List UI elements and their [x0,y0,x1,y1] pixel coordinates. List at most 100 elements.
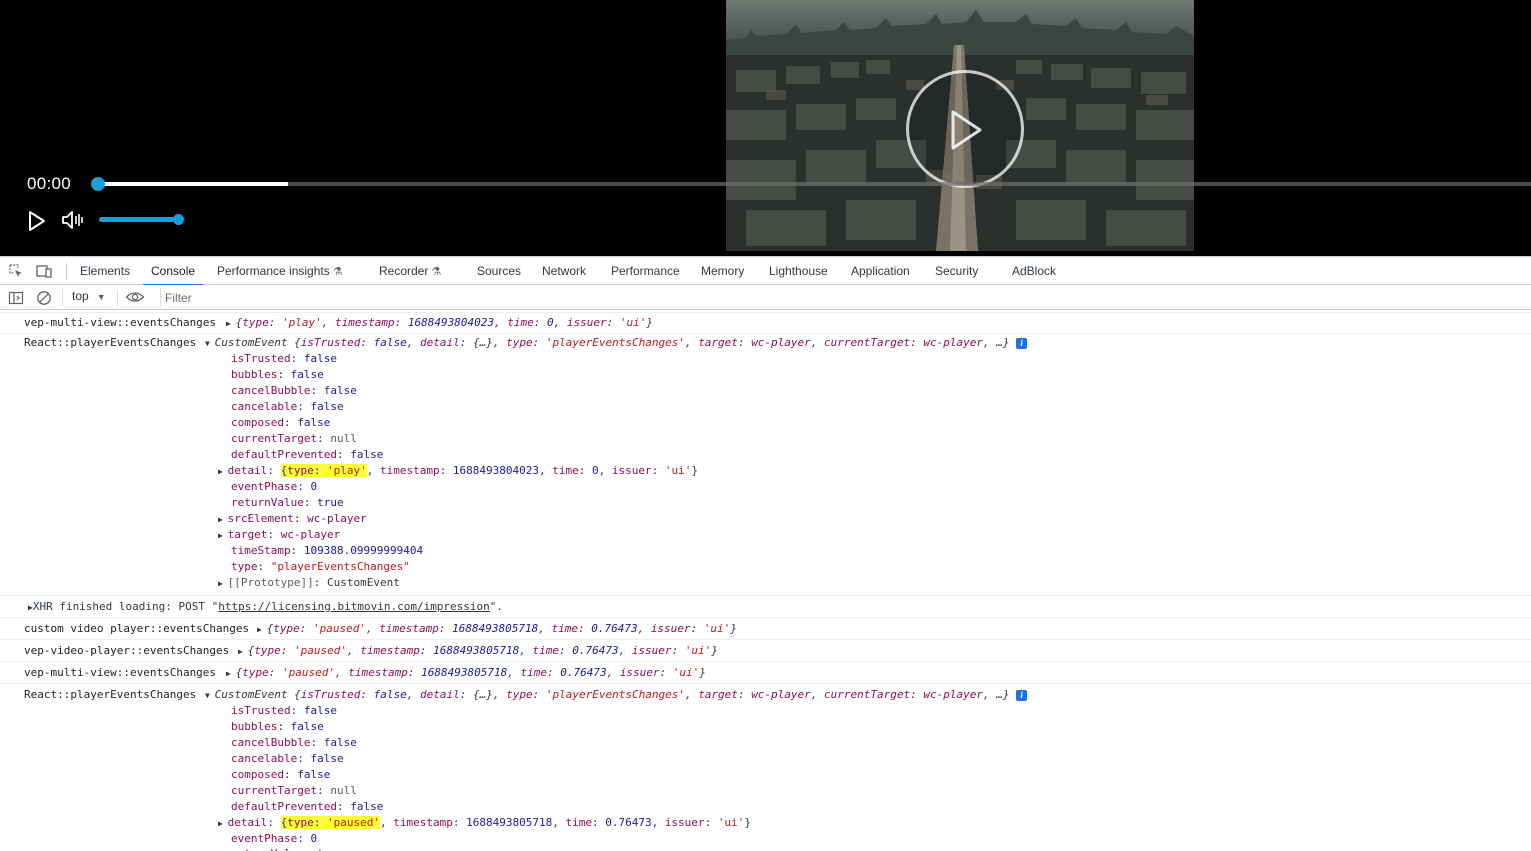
value: 'ui' [684,644,712,657]
tab-application[interactable]: Application [851,257,910,285]
experiment-flask-icon: ⚗ [431,266,442,278]
value: false [323,384,357,397]
progress-scrubber[interactable] [91,177,105,191]
value: {…} [472,336,493,349]
tab-console[interactable]: Console [142,257,204,286]
tab-label: Network [542,264,587,278]
console-message: React::playerEventsChanges ▼ CustomEvent… [0,683,1531,851]
collapse-arrow-icon[interactable]: ▼ [205,339,215,348]
sidebar-toggle-icon[interactable] [8,290,24,306]
tab-label: Recorder [379,264,429,278]
live-expression-eye-icon[interactable] [125,289,145,305]
console-message-xhr: ▶XHR finished loading: POST "https://lic… [0,595,1531,617]
prop-row: cancelable: false [231,752,344,765]
prop-row: type: "playerEventsChanges" [231,560,410,573]
value: null [330,784,357,797]
log-object[interactable]: ▶ {type: 'paused', timestamp: 1688493805… [257,621,737,637]
tab-memory[interactable]: Memory [701,257,744,285]
info-icon[interactable]: i [1016,338,1028,349]
play-icon [29,211,45,231]
log-object[interactable]: ▶ {type: 'paused', timestamp: 1688493805… [226,665,706,681]
tab-label: Lighthouse [769,264,828,278]
clear-console-icon[interactable] [36,290,52,306]
volume-slider-knob[interactable] [173,214,184,225]
devtools-panel: Elements Console Performance insights ⚗ R… [0,256,1531,851]
log-source: vep-multi-view::eventsChanges [24,666,217,679]
xhr-log[interactable]: ▶XHR finished loading: POST "https://lic… [28,599,503,615]
big-play-button[interactable] [906,70,1024,188]
console-output: vep-multi-view::eventsChanges ▶ {type: '… [0,312,1531,851]
expand-arrow-icon[interactable]: ▶ [218,531,228,540]
log-object[interactable]: ▶ {type: 'paused', timestamp: 1688493805… [238,643,718,659]
value: false [310,400,344,413]
value: true [317,496,344,509]
prop-row-expandable[interactable]: ▶ detail: {type: 'play', timestamp: 1688… [218,463,698,479]
value: 'ui' [703,622,731,635]
prop-row: bubbles: false [231,720,324,733]
prop-row: isTrusted: false [231,352,337,365]
tab-elements[interactable]: Elements [80,257,130,285]
console-message: React::playerEventsChanges ▼ CustomEvent… [0,333,1531,595]
volume-slider[interactable] [99,217,179,222]
experiment-flask-icon: ⚗ [332,266,343,278]
prop-row: defaultPrevented: false [231,800,384,813]
tab-sources[interactable]: Sources [477,257,521,285]
value: 'play' [282,316,322,329]
prop-row: currentTarget: null [231,432,357,445]
prop-row: cancelBubble: false [231,736,357,749]
inspect-element-icon[interactable] [8,263,24,279]
console-message: vep-video-player::eventsChanges ▶ {type:… [0,639,1531,661]
value: 109388.09999999404 [303,544,424,557]
expand-arrow-icon[interactable]: ▶ [218,515,228,524]
value: false [350,448,384,461]
value: wc-player [751,688,811,701]
device-toolbar-icon[interactable] [36,263,52,279]
value: 'paused' [313,622,366,635]
value: 'paused' [327,816,380,829]
prop-row-expandable[interactable]: ▶ target: wc-player [218,527,340,543]
value: 1688493804023 [407,316,494,329]
value: 'play' [327,464,367,477]
value: false [297,768,331,781]
value: 'ui' [619,316,647,329]
log-object-header[interactable]: ▼ CustomEvent {isTrusted: false, detail:… [205,687,1028,703]
tab-performance-insights[interactable]: Performance insights ⚗ [217,257,343,285]
tab-performance[interactable]: Performance [611,257,680,285]
filter-input[interactable] [160,288,1531,307]
prop-row: isTrusted: false [231,704,337,717]
expand-arrow-icon[interactable]: ▶ [226,319,236,328]
tab-adblock[interactable]: AdBlock [1012,257,1056,285]
prop-row-expandable[interactable]: ▶ [[Prototype]]: CustomEvent [218,575,400,591]
big-play-icon [951,110,982,150]
value: 'ui' [672,666,700,679]
expand-arrow-icon[interactable]: ▶ [218,579,228,588]
value: false [297,416,331,429]
tab-label: Performance insights [217,264,330,278]
volume-icon [62,211,83,229]
tab-recorder[interactable]: Recorder ⚗ [379,257,441,285]
log-object-header[interactable]: ▼ CustomEvent {isTrusted: false, detail:… [205,335,1028,351]
tab-security[interactable]: Security [935,257,978,285]
expand-arrow-icon[interactable]: ▶ [218,819,228,828]
xhr-url-link[interactable]: https://licensing.bitmovin.com/impressio… [218,600,490,613]
prop-row-expandable[interactable]: ▶ detail: {type: 'paused', timestamp: 16… [218,815,751,831]
tab-label: Sources [477,264,522,278]
expand-arrow-icon[interactable]: ▶ [226,669,236,678]
progress-bar[interactable] [94,182,1531,186]
tab-label: AdBlock [1012,264,1057,278]
tab-network[interactable]: Network [542,257,586,285]
console-message: custom video player::eventsChanges ▶ {ty… [0,617,1531,639]
log-object[interactable]: ▶ {type: 'play', timestamp: 168849380402… [226,315,653,331]
expand-arrow-icon[interactable]: ▶ [218,467,228,476]
volume-button[interactable] [60,209,86,231]
collapse-arrow-icon[interactable]: ▼ [205,691,215,700]
context-selector[interactable]: top ▼ [72,289,106,303]
value: 'paused' [282,666,335,679]
value: wc-player [923,688,983,701]
info-icon[interactable]: i [1016,690,1028,701]
play-button[interactable] [27,210,47,232]
expand-arrow-icon[interactable]: ▶ [257,625,267,634]
expand-arrow-icon[interactable]: ▶ [238,647,248,656]
prop-row-expandable[interactable]: ▶ srcElement: wc-player [218,511,367,527]
tab-lighthouse[interactable]: Lighthouse [769,257,828,285]
